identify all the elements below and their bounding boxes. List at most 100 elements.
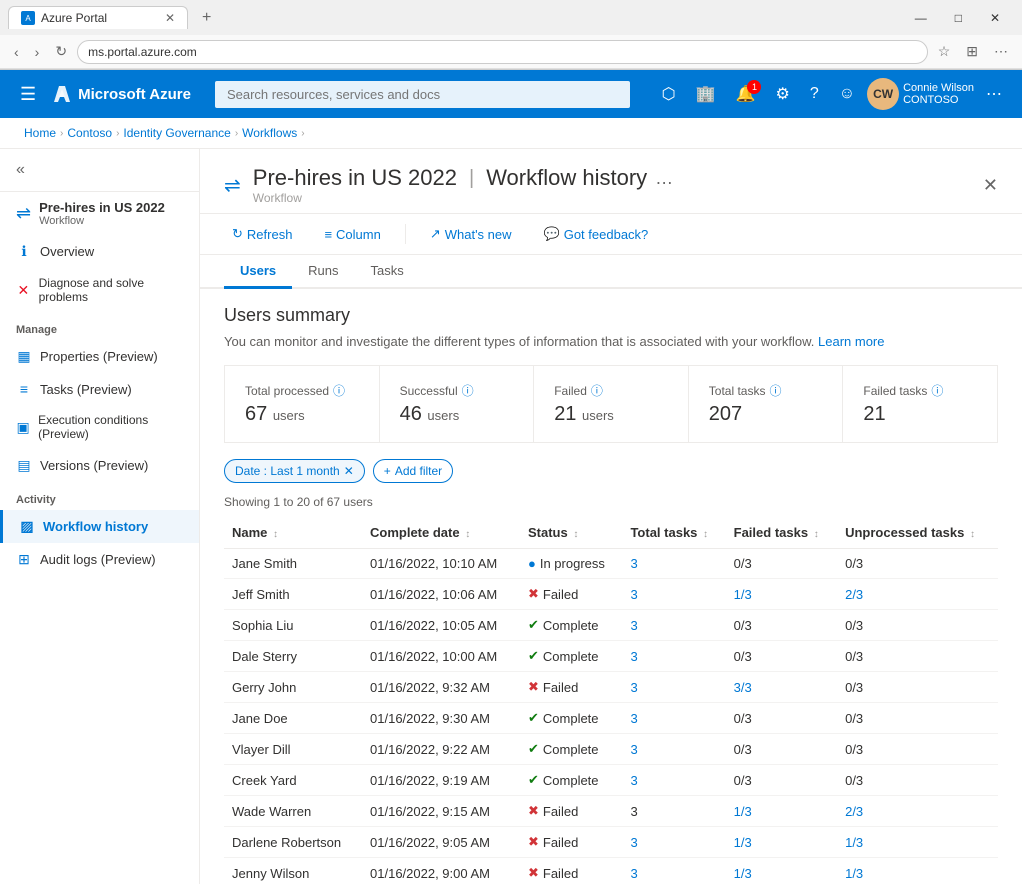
cloud-shell-button[interactable]: ⬡ (654, 78, 684, 110)
breadcrumb-workflows[interactable]: Workflows (242, 126, 297, 140)
total-tasks-link[interactable]: 3 (630, 773, 637, 788)
failed-tasks-info-icon[interactable]: ⓘ (931, 382, 943, 399)
sidebar-item-versions[interactable]: ▤ Versions (Preview) (0, 449, 199, 482)
user-info[interactable]: Connie Wilson CONTOSO (903, 82, 974, 106)
maximize-button[interactable]: □ (941, 7, 976, 29)
name-sort-icon[interactable]: ↕ (273, 529, 278, 540)
cell-name: Jeff Smith (224, 579, 362, 610)
table-row[interactable]: Jane Doe 01/16/2022, 9:30 AM ✔ Complete … (224, 703, 998, 734)
successful-info-icon[interactable]: ⓘ (462, 382, 474, 399)
total-tasks-link[interactable]: 3 (630, 587, 637, 602)
back-button[interactable]: ‹ (8, 40, 25, 64)
failed-tasks-link[interactable]: 1/3 (734, 835, 752, 850)
page-close-button[interactable]: ✕ (983, 175, 998, 196)
refresh-button[interactable]: ↻ Refresh (224, 222, 300, 246)
total-tasks-link[interactable]: 3 (630, 711, 637, 726)
table-row[interactable]: Creek Yard 01/16/2022, 9:19 AM ✔ Complet… (224, 765, 998, 796)
hamburger-menu-button[interactable]: ☰ (12, 80, 44, 109)
breadcrumb-contoso[interactable]: Contoso (67, 126, 112, 140)
unprocessed-tasks-link[interactable]: 1/3 (845, 866, 863, 881)
total-tasks-link[interactable]: 3 (630, 835, 637, 850)
notifications-button[interactable]: 🔔 1 (728, 78, 764, 110)
table-row[interactable]: Jenny Wilson 01/16/2022, 9:00 AM ✖ Faile… (224, 858, 998, 884)
unprocessed-tasks-link[interactable]: 2/3 (845, 804, 863, 819)
failed-tasks-link[interactable]: 1/3 (734, 866, 752, 881)
table-row[interactable]: Jeff Smith 01/16/2022, 10:06 AM ✖ Failed… (224, 579, 998, 610)
total-tasks-sort-icon[interactable]: ↕ (703, 529, 708, 540)
settings-button[interactable]: ⚙ (767, 78, 797, 110)
forward-button[interactable]: › (29, 40, 46, 64)
sidebar-item-tasks[interactable]: ≡ Tasks (Preview) (0, 373, 199, 405)
sidebar-collapse-button[interactable]: « (16, 161, 25, 179)
cell-total-tasks: 3 (622, 672, 725, 703)
breadcrumb: Home › Contoso › Identity Governance › W… (0, 118, 1022, 149)
table-row[interactable]: Sophia Liu 01/16/2022, 10:05 AM ✔ Comple… (224, 610, 998, 641)
cell-date: 01/16/2022, 9:05 AM (362, 827, 520, 858)
sidebar-item-execution[interactable]: ▣ Execution conditions (Preview) (0, 405, 199, 449)
whats-new-button[interactable]: ↗ What's new (422, 222, 520, 246)
table-row[interactable]: Vlayer Dill 01/16/2022, 9:22 AM ✔ Comple… (224, 734, 998, 765)
status-sort-icon[interactable]: ↕ (573, 529, 578, 540)
cell-total-tasks: 3 (622, 610, 725, 641)
total-tasks-info-icon[interactable]: ⓘ (769, 382, 781, 399)
breadcrumb-identity-governance[interactable]: Identity Governance (123, 126, 230, 140)
unprocessed-tasks-link[interactable]: 1/3 (845, 835, 863, 850)
close-tab-button[interactable]: ✕ (165, 11, 175, 25)
browser-more-button[interactable]: ⋯ (988, 39, 1014, 64)
unprocessed-tasks-link[interactable]: 2/3 (845, 587, 863, 602)
user-avatar[interactable]: CW (867, 78, 899, 110)
more-options-button[interactable]: ⋯ (978, 78, 1010, 110)
table-header: Name ↕ Complete date ↕ Status ↕ Total ta… (224, 517, 998, 549)
total-tasks-link[interactable]: 3 (630, 649, 637, 664)
table-row[interactable]: Darlene Robertson 01/16/2022, 9:05 AM ✖ … (224, 827, 998, 858)
failed-info-icon[interactable]: ⓘ (591, 382, 603, 399)
total-tasks-link[interactable]: 3 (630, 556, 637, 571)
tab-runs[interactable]: Runs (292, 255, 354, 289)
failed-tasks-link[interactable]: 1/3 (734, 587, 752, 602)
tab-tasks[interactable]: Tasks (355, 255, 420, 289)
table-row[interactable]: Wade Warren 01/16/2022, 9:15 AM ✖ Failed… (224, 796, 998, 827)
close-window-button[interactable]: ✕ (976, 7, 1014, 29)
unprocessed-sort-icon[interactable]: ↕ (970, 529, 975, 540)
breadcrumb-home[interactable]: Home (24, 126, 56, 140)
total-tasks-link[interactable]: 3 (630, 866, 637, 881)
total-tasks-link[interactable]: 3 (630, 742, 637, 757)
search-input[interactable] (215, 81, 630, 108)
feedback-button[interactable]: 💬 Got feedback? (536, 222, 657, 246)
page-subtitle: Workflow history (486, 165, 647, 191)
failed-tasks-link[interactable]: 1/3 (734, 804, 752, 819)
total-processed-info-icon[interactable]: ⓘ (333, 382, 345, 399)
add-filter-button[interactable]: + Add filter (373, 459, 453, 483)
favorites-button[interactable]: ☆ (932, 39, 957, 64)
minimize-button[interactable]: — (901, 7, 941, 29)
table-row[interactable]: Gerry John 01/16/2022, 9:32 AM ✖ Failed … (224, 672, 998, 703)
azure-logo[interactable]: Microsoft Azure (52, 84, 191, 104)
sidebar-item-overview[interactable]: ℹ Overview (0, 235, 199, 268)
new-tab-button[interactable]: + (196, 9, 217, 27)
browser-tab[interactable]: A Azure Portal ✕ (8, 6, 188, 29)
sidebar-item-audit-logs[interactable]: ⊞ Audit logs (Preview) (0, 543, 199, 576)
help-button[interactable]: ? (802, 79, 827, 109)
collections-button[interactable]: ⊞ (960, 39, 984, 64)
sidebar-item-diagnose[interactable]: ✕ Diagnose and solve problems (0, 268, 199, 312)
hamburger-icon: ☰ (20, 84, 36, 104)
column-button[interactable]: ≡ Column (316, 223, 388, 246)
total-tasks-link[interactable]: 3 (630, 618, 637, 633)
sidebar-item-properties[interactable]: ▦ Properties (Preview) (0, 340, 199, 373)
page-more-button[interactable]: … (655, 168, 673, 189)
feedback-button[interactable]: ☺ (831, 79, 863, 109)
table-row[interactable]: Dale Sterry 01/16/2022, 10:00 AM ✔ Compl… (224, 641, 998, 672)
date-sort-icon[interactable]: ↕ (465, 529, 470, 540)
refresh-button[interactable]: ↻ (49, 39, 73, 64)
total-tasks-link[interactable]: 3 (630, 680, 637, 695)
sidebar-item-workflow-history[interactable]: ▨ Workflow history (0, 510, 199, 543)
tab-users[interactable]: Users (224, 255, 292, 289)
table-row[interactable]: Jane Smith 01/16/2022, 10:10 AM ● In pro… (224, 549, 998, 579)
address-bar[interactable] (77, 40, 928, 64)
learn-more-link[interactable]: Learn more (818, 334, 884, 349)
date-filter-tag[interactable]: Date : Last 1 month ✕ (224, 459, 365, 483)
failed-tasks-sort-icon[interactable]: ↕ (814, 529, 819, 540)
whats-new-icon: ↗ (430, 226, 441, 242)
directory-button[interactable]: 🏢 (688, 78, 724, 110)
failed-tasks-link[interactable]: 3/3 (734, 680, 752, 695)
